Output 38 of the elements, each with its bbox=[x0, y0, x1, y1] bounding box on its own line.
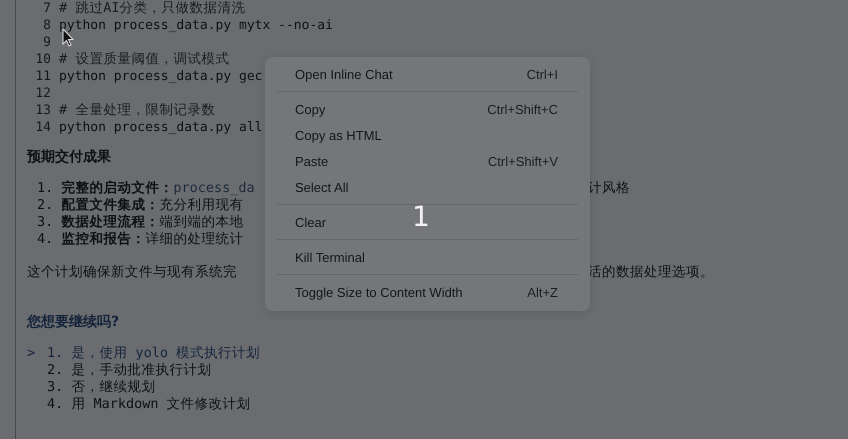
list-item: 1. 完整的启动文件：process_da bbox=[36, 180, 255, 197]
line-number: 10 bbox=[35, 51, 51, 68]
list-item: 3. 数据处理流程：端到端的本地 bbox=[36, 214, 244, 231]
code-line: python process_data.py all bbox=[59, 119, 262, 136]
choice-option[interactable]: 2. 是，手动批准执行计划 bbox=[27, 362, 212, 379]
code-line: python process_data.py gec bbox=[59, 68, 262, 85]
menu-item[interactable]: Paste Ctrl+Shift+V bbox=[265, 148, 590, 174]
line-number: 9 bbox=[43, 34, 51, 51]
shortcut-text: Ctrl+Shift+C bbox=[487, 102, 558, 116]
menu-item[interactable]: Copy Ctrl+Shift+C bbox=[265, 96, 590, 122]
choice-option[interactable]: > 1. 是，使用 yolo 模式执行计划 bbox=[27, 345, 260, 362]
code-comment: # 全量处理，限制记录数 bbox=[59, 102, 216, 119]
summary-text: 这个计划确保新文件与现有系统完 bbox=[27, 264, 237, 281]
code-line: python process_data.py mytx --no-ai bbox=[59, 17, 333, 34]
line-number: 7 bbox=[43, 0, 51, 17]
shortcut-text: Ctrl+Shift+V bbox=[488, 154, 558, 168]
code-comment: # 设置质量阈值，调试模式 bbox=[59, 51, 230, 68]
choice-option[interactable]: 4. 用 Markdown 文件修改计划 bbox=[27, 396, 251, 413]
overlay-number: 1 bbox=[412, 200, 430, 233]
line-number: 14 bbox=[35, 119, 51, 136]
choice-option[interactable]: 3. 否，继续规划 bbox=[27, 379, 156, 396]
menu-item[interactable]: Kill Terminal bbox=[265, 244, 397, 270]
code-comment: # 跳过AI分类，只做数据清洗 bbox=[59, 0, 246, 17]
shortcut-text: Alt+Z bbox=[527, 284, 558, 300]
prompt-question: 您想要继续吗? bbox=[27, 313, 120, 331]
shortcut-text: Ctrl+I bbox=[526, 66, 558, 82]
line-number: 13 bbox=[35, 102, 51, 119]
line-number: 8 bbox=[43, 17, 51, 34]
menu-item[interactable]: Open Inline Chat Ctrl+I bbox=[265, 61, 590, 87]
menu-item[interactable]: Clear bbox=[265, 209, 358, 235]
list-item: 2. 配置文件集成：充分利用现有 bbox=[36, 197, 244, 214]
menu-item[interactable]: Select All bbox=[265, 174, 380, 200]
list-item: 4. 监控和报告：详细的处理统计 bbox=[36, 231, 244, 248]
line-number: 11 bbox=[35, 68, 51, 85]
menu-item[interactable]: Copy as HTML bbox=[265, 122, 414, 148]
line-number: 12 bbox=[35, 85, 51, 102]
section-heading: 预期交付成果 bbox=[27, 148, 111, 166]
menu-item[interactable]: Toggle Size to Content Width Alt+Z bbox=[265, 279, 590, 305]
